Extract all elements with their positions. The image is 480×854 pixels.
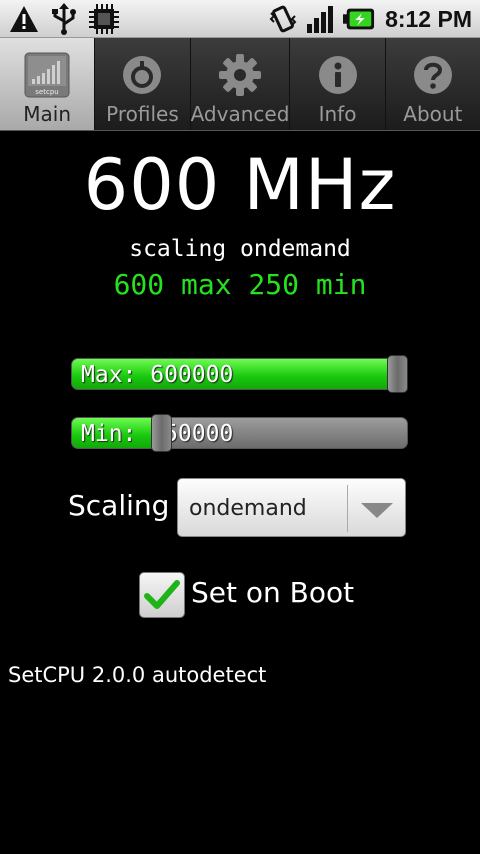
status-bar: 8:12 PM: [0, 0, 480, 38]
profiles-icon: [118, 51, 166, 99]
tab-main[interactable]: setcpu Main: [0, 38, 96, 130]
set-on-boot-label[interactable]: Set on Boot: [191, 576, 354, 609]
tab-bar: setcpu Main Profiles Advanced Info About: [0, 38, 480, 131]
tab-profiles[interactable]: Profiles: [95, 38, 191, 130]
current-frequency: 600 MHz: [83, 144, 397, 226]
slider-thumb[interactable]: [387, 355, 408, 393]
tab-info[interactable]: Info: [290, 38, 386, 130]
battery-charging-icon: [343, 3, 375, 35]
max-slider-label: Max: 600000: [81, 362, 234, 388]
slider-track: Max: 600000: [71, 358, 408, 390]
tab-about[interactable]: About: [386, 38, 480, 130]
chevron-down-icon: [361, 503, 393, 518]
version-text: SetCPU 2.0.0 autodetect: [8, 663, 267, 687]
chip-icon: [88, 3, 120, 35]
tab-label: Main: [23, 102, 72, 126]
checkmark-icon: [144, 580, 180, 609]
tab-advanced[interactable]: Advanced: [191, 38, 291, 130]
scaling-governor-text: scaling ondemand: [129, 236, 351, 262]
signal-icon: [305, 3, 337, 35]
status-time: 8:12 PM: [385, 5, 472, 32]
svg-text:setcpu: setcpu: [35, 88, 58, 96]
tab-label: Advanced: [190, 102, 290, 126]
tab-label: Profiles: [106, 102, 179, 126]
scaling-label: Scaling: [68, 489, 170, 522]
info-icon: [314, 51, 362, 99]
slider-thumb[interactable]: [151, 414, 172, 452]
scaling-governor-dropdown[interactable]: ondemand: [177, 478, 406, 537]
frequency-range-text: 600 max 250 min: [113, 268, 367, 301]
warning-icon: [8, 3, 40, 35]
set-on-boot-checkbox[interactable]: [139, 572, 185, 618]
gear-icon: [216, 51, 264, 99]
max-frequency-slider[interactable]: Max: 600000: [71, 355, 408, 393]
dropdown-value: ondemand: [189, 496, 307, 521]
tab-label: Info: [318, 102, 357, 126]
dropdown-divider: [347, 485, 348, 532]
vibrate-icon: [267, 3, 299, 35]
usb-icon: [48, 3, 80, 35]
help-icon: [409, 51, 457, 99]
slider-track: Min: 250000: [71, 417, 408, 449]
tab-label: About: [403, 102, 463, 126]
min-frequency-slider[interactable]: Min: 250000: [71, 414, 408, 452]
setcpu-icon: setcpu: [23, 51, 71, 99]
